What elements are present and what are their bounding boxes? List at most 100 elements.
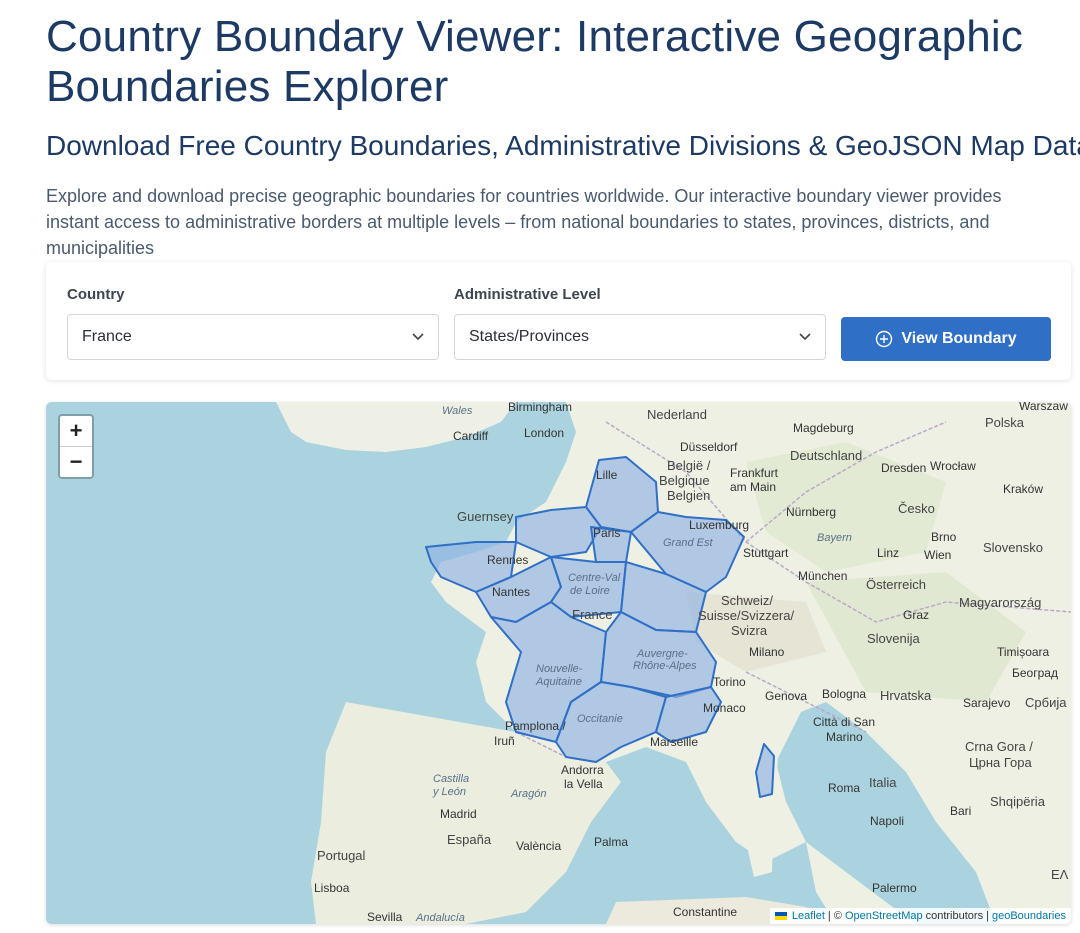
- map-label-wales: Wales: [442, 405, 473, 417]
- map-label-andalucia: Andalucía: [416, 912, 465, 924]
- attribution-separator: | ©: [827, 910, 842, 922]
- map-label-schweiz: Schweiz/: [721, 593, 774, 608]
- map-label-slovensko: Slovensko: [983, 540, 1043, 555]
- country-select-value: France: [82, 328, 132, 345]
- map-label-roma: Roma: [828, 781, 861, 795]
- map-label-beograd: Београд: [1012, 666, 1058, 680]
- map-label-y-leon: y León: [433, 786, 467, 798]
- map-label-rhone: Rhône-Alpes: [633, 660, 697, 672]
- admin-level-select-value: States/Provinces: [469, 328, 590, 345]
- page: Country Boundary Viewer: Interactive Geo…: [0, 0, 1080, 933]
- geoboundaries-link[interactable]: geoBoundaries: [992, 908, 1066, 924]
- ukraine-flag-icon: [774, 912, 787, 920]
- map-label-luxembourg: Luxemburg: [689, 518, 750, 532]
- map-label-dusseldorf: Düsseldorf: [680, 440, 738, 454]
- map-label-torino: Torino: [713, 675, 746, 689]
- map-label-auvergne: Auvergne-: [637, 648, 688, 660]
- map-label-marseille: Marseille: [650, 735, 699, 749]
- map-label-svizra: Svizra: [731, 623, 768, 638]
- map-label-palma: Palma: [594, 835, 629, 849]
- map-label-centre: Centre-Val: [568, 572, 621, 584]
- map-label-deutschland: Deutschland: [790, 448, 863, 463]
- map-label-de-loire: de Loire: [570, 585, 610, 597]
- map-label-tsrna: Црна Гора: [969, 755, 1032, 770]
- chevron-down-icon: [797, 315, 813, 359]
- map-label-guernsey: Guernsey: [457, 509, 514, 524]
- map-viewer[interactable]: Wales Birmingham Cardiff London Nederlan…: [46, 402, 1071, 924]
- map-label-aragon: Aragón: [511, 788, 547, 800]
- map-label-bologna: Bologna: [822, 687, 867, 701]
- map-label-andorra: Andorra: [561, 763, 604, 777]
- zoom-out-button[interactable]: −: [60, 446, 92, 477]
- view-boundary-button[interactable]: View Boundary: [841, 317, 1051, 361]
- map-label-suisse: Suisse/Svizzera/: [698, 608, 795, 623]
- map-label-osterreich: Österreich: [866, 577, 926, 592]
- map-label-wien: Wien: [924, 548, 952, 562]
- map-label-belgie: België /: [667, 458, 711, 473]
- map-label-nurnberg: Nürnberg: [786, 505, 837, 519]
- chevron-down-icon: [410, 315, 426, 359]
- map-label-stuttgart: Stuttgart: [743, 546, 789, 560]
- map-label-am-main: am Main: [730, 480, 777, 494]
- map-label-palermo: Palermo: [872, 881, 917, 895]
- map-label-napoli: Napoli: [870, 814, 905, 828]
- map-label-nouvelle: Nouvelle-: [536, 663, 583, 675]
- map-label-shqiperia: Shqipëria: [990, 794, 1045, 809]
- map-label-constantine: Constantine: [673, 905, 738, 919]
- map-label-cesko: Česko: [898, 501, 935, 516]
- map-label-srbija: Србија: [1025, 695, 1067, 710]
- map-label-pamplona: Pamplona /: [505, 719, 566, 733]
- map-label-sevilla: Sevilla: [367, 910, 403, 924]
- country-label: Country: [67, 286, 125, 303]
- map-label-espana: España: [447, 832, 492, 847]
- land-sardinia: [746, 807, 774, 877]
- page-subtitle: Download Free Country Boundaries, Admini…: [46, 130, 1080, 161]
- map-label-citta: Città di San: [813, 715, 876, 729]
- map-label-belgique: Belgique: [659, 473, 710, 488]
- map-label-genova: Genova: [765, 689, 808, 703]
- map-label-portugal: Portugal: [317, 848, 366, 863]
- map-label-cardiff: Cardiff: [453, 429, 489, 443]
- controls-panel: Country France Administrative Level Stat…: [46, 262, 1071, 380]
- map-label-warszawa: Warszaw: [1019, 402, 1068, 413]
- map-label-milano: Milano: [749, 645, 785, 659]
- map-label-aquitaine: Aquitaine: [536, 676, 582, 688]
- map-label-polska: Polska: [985, 415, 1025, 430]
- map-label-lille: Lille: [596, 468, 618, 482]
- map-attribution: Leaflet | © OpenStreetMap contributors |…: [769, 908, 1071, 924]
- map-label-nantes: Nantes: [492, 585, 531, 599]
- map-label-munchen: München: [798, 569, 848, 583]
- view-boundary-label: View Boundary: [901, 330, 1017, 347]
- country-select[interactable]: France: [67, 314, 439, 360]
- map-label-london: London: [524, 426, 565, 440]
- leaflet-link[interactable]: Leaflet: [792, 908, 825, 924]
- map-label-italia: Italia: [869, 775, 897, 790]
- map-label-nederland: Nederland: [647, 407, 707, 422]
- map-label-irun: Iruñ: [494, 734, 515, 748]
- map-label-rennes: Rennes: [487, 553, 529, 567]
- admin-level-select[interactable]: States/Provinces: [454, 314, 826, 360]
- map-label-frankfurt: Frankfurt: [730, 466, 779, 480]
- map-label-magdeburg: Magdeburg: [793, 421, 854, 435]
- map-label-france: France: [572, 607, 613, 622]
- map-label-brno: Brno: [931, 530, 957, 544]
- plus-circle-icon: [875, 330, 893, 348]
- map-label-madrid: Madrid: [440, 807, 477, 821]
- map-label-bayern: Bayern: [817, 532, 852, 544]
- land-britain: [276, 402, 516, 452]
- map-label-lisboa: Lisboa: [314, 881, 350, 895]
- map-label-castilla: Castilla: [433, 773, 470, 785]
- map-label-wroclaw: Wrocław: [930, 459, 976, 473]
- zoom-in-button[interactable]: +: [60, 416, 92, 446]
- attribution-contributors: contributors |: [925, 910, 989, 922]
- map-label-belgien: Belgien: [667, 488, 711, 503]
- map-label-timisoara: Timișoara: [997, 645, 1050, 659]
- map-label-krakow: Kraków: [1003, 482, 1044, 496]
- map-label-grand-est: Grand Est: [663, 537, 713, 549]
- admin-level-label: Administrative Level: [454, 286, 601, 303]
- map-label-monaco: Monaco: [703, 701, 746, 715]
- map-label-dresden: Dresden: [881, 461, 927, 475]
- map-label-slovenija: Slovenija: [867, 631, 920, 646]
- map-label-graz: Graz: [903, 608, 930, 622]
- openstreetmap-link[interactable]: OpenStreetMap: [845, 908, 923, 924]
